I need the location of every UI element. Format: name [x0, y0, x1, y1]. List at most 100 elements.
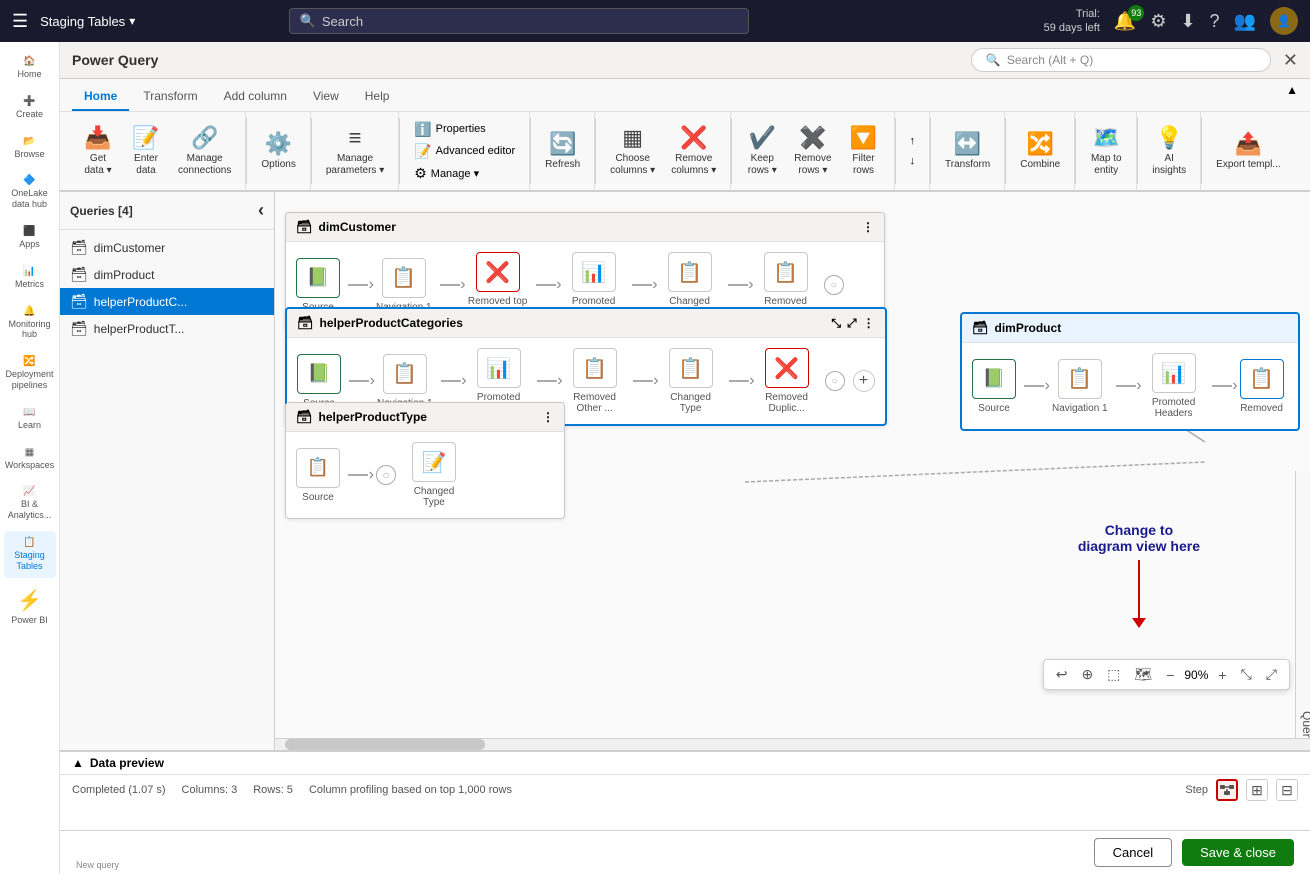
ribbon-btn-manage-connections[interactable]: 🔗 Manageconnections [172, 121, 237, 181]
sidebar-item-powerbi[interactable]: ⚡ Power BI [4, 582, 56, 632]
query-item-dim-product[interactable]: 🗃 dimProduct [60, 261, 274, 288]
sidebar-item-staging[interactable]: 📋 Staging Tables [4, 531, 56, 578]
h-scrollbar[interactable] [275, 738, 1310, 750]
share-people-icon[interactable]: 👥 [1234, 11, 1256, 32]
sidebar-item-onelake[interactable]: 🔷 OneLake data hub [4, 169, 56, 216]
grid-view-icon[interactable]: ⊞ [1246, 779, 1268, 801]
ribbon-btn-transform[interactable]: ↔️ Transform [939, 127, 996, 175]
zoom-undo-btn[interactable]: ↩ [1052, 664, 1072, 685]
sidebar-item-monitoring[interactable]: 🔔 Monitoring hub [4, 300, 56, 347]
zoom-frame-btn[interactable]: ⬚ [1103, 664, 1124, 685]
preview-expand-icon[interactable]: ▲ [72, 756, 84, 770]
save-close-button[interactable]: Save & close [1182, 839, 1294, 866]
app-title-area: Staging Tables ▾ [40, 14, 135, 29]
download-icon[interactable]: ⬇ [1180, 11, 1195, 32]
ribbon-btn-manage-parameters[interactable]: ≡ Manageparameters ▾ [320, 121, 390, 181]
sidebar-item-home[interactable]: 🏠 Home [4, 50, 56, 86]
sidebar-label-staging: Staging Tables [8, 550, 52, 572]
dim-product-label: dimProduct [94, 268, 155, 282]
ribbon-btn-map-entity[interactable]: 🗺️ Map toentity [1084, 121, 1128, 181]
column-view-icon[interactable]: ⊟ [1276, 779, 1298, 801]
step-changed-type3[interactable]: 📝 Changed Type [404, 442, 464, 508]
sidebar-item-metrics[interactable]: 📊 Metrics [4, 260, 56, 296]
sidebar-item-learn[interactable]: 📖 Learn [4, 401, 56, 437]
ribbon-btn-remove-columns[interactable]: ❌ Removecolumns ▾ [665, 121, 722, 181]
helper-c-label: helperProductC... [94, 295, 187, 309]
zoom-expand-btn[interactable]: ⤢ [1262, 664, 1281, 685]
zoom-collapse-btn[interactable]: ⤡ [1237, 664, 1256, 685]
step-nav1-2[interactable]: 📋 Navigation 1 [377, 354, 433, 409]
step-removed-other2[interactable]: 📋 Removed Other ... [565, 348, 625, 414]
step-source-dp[interactable]: 📗 Source [972, 359, 1016, 414]
ribbon-btn-combine[interactable]: 🔀 Combine [1014, 127, 1066, 175]
ribbon-btn-advanced-editor[interactable]: 📝 Advanced editor [408, 141, 521, 162]
tab-view[interactable]: View [301, 83, 351, 111]
get-data-label: Getdata ▾ [84, 153, 111, 177]
pq-search-bar[interactable]: 🔍 Search (Alt + Q) [971, 48, 1271, 72]
query-item-helper-product-t[interactable]: 🗃 helperProductT... [60, 315, 274, 342]
step-source-1[interactable]: 📗 Source [296, 258, 340, 313]
zoom-fit-btn[interactable]: ⊕ [1077, 664, 1097, 685]
step-removed-dp[interactable]: 📋 Removed [1240, 359, 1284, 414]
sidebar-item-apps[interactable]: ⬛ Apps [4, 220, 56, 256]
title-dropdown-icon[interactable]: ▾ [129, 14, 135, 28]
ribbon-btn-sort-desc[interactable]: ↓ [904, 153, 922, 169]
ribbon-btn-options[interactable]: ⚙️ Options [255, 127, 301, 175]
sidebar-item-workspaces[interactable]: ▦ Workspaces [4, 441, 56, 477]
help-icon[interactable]: ? [1210, 11, 1220, 32]
tab-transform[interactable]: Transform [131, 83, 209, 111]
notification-count: 93 [1128, 5, 1144, 21]
step-source-2[interactable]: 📗 Source [297, 354, 341, 409]
sidebar-item-deployment[interactable]: 🔀 Deployment pipelines [4, 350, 56, 397]
ribbon-collapse-btn[interactable]: ▲ [1286, 83, 1298, 111]
helper-cat-expand-icon[interactable]: ⤡ [831, 316, 841, 331]
ribbon-btn-sort-asc[interactable]: ↑ [904, 133, 922, 149]
ribbon-btn-refresh[interactable]: 🔄 Refresh [539, 127, 586, 175]
helper-type-more-icon[interactable]: ⋮ [542, 410, 554, 424]
query-item-dim-customer[interactable]: 🗃 dimCustomer [60, 234, 274, 261]
step-nav1-1[interactable]: 📋 Navigation 1 [376, 258, 432, 313]
ribbon-btn-get-data[interactable]: 📥 Getdata ▾ [76, 121, 120, 181]
hamburger-icon[interactable]: ☰ [12, 11, 28, 32]
queries-collapse-btn[interactable]: ‹ [258, 200, 264, 221]
ribbon-btn-choose-columns[interactable]: ▦ Choosecolumns ▾ [604, 121, 661, 181]
sidebar-item-bi-analytics[interactable]: 📈 BI & Analytics... [4, 480, 56, 527]
ribbon-btn-ai-insights[interactable]: 💡 AIinsights [1146, 121, 1192, 181]
ribbon-btn-filter-rows[interactable]: 🔽 Filterrows [842, 121, 886, 181]
sidebar-label-bi: BI & Analytics... [8, 499, 52, 521]
ribbon-btn-properties[interactable]: ℹ️ Properties [408, 119, 521, 140]
sidebar-item-browse[interactable]: 📂 Browse [4, 130, 56, 166]
query-item-helper-product-c[interactable]: 🗃 helperProductC... [60, 288, 274, 315]
h-scrollbar-thumb[interactable] [285, 739, 485, 750]
step-changed-type2[interactable]: 📋 Changed Type [661, 348, 721, 414]
pq-close-button[interactable]: ✕ [1283, 50, 1298, 71]
zoom-map-btn[interactable]: 🗺 [1130, 664, 1156, 685]
step-add-button[interactable]: + [853, 370, 875, 392]
zoom-minus-btn[interactable]: − [1162, 665, 1178, 685]
terminal-dot-3: ○ [376, 465, 396, 485]
connector-2 [440, 284, 460, 286]
tab-help[interactable]: Help [353, 83, 402, 111]
tab-home[interactable]: Home [72, 83, 129, 111]
ribbon-btn-manage[interactable]: ⚙ Manage ▾ [408, 163, 521, 184]
step-source-3[interactable]: 📋 Source [296, 448, 340, 503]
sidebar-item-create[interactable]: ➕ Create [4, 90, 56, 126]
user-avatar[interactable]: 👤 [1270, 7, 1298, 35]
ribbon-btn-export-template[interactable]: 📤 Export templ... [1210, 127, 1286, 175]
settings-icon[interactable]: ⚙ [1150, 11, 1166, 32]
dim-customer-more-icon[interactable]: ⋮ [862, 220, 874, 234]
tab-add-column[interactable]: Add column [212, 83, 299, 111]
step-removed-duplic[interactable]: ❌ Removed Duplic... [757, 348, 817, 414]
helper-cat-shrink-icon[interactable]: ⤢ [847, 316, 857, 331]
ribbon-btn-remove-rows[interactable]: ✖️ Removerows ▾ [788, 121, 837, 181]
step-nav-dp[interactable]: 📋 Navigation 1 [1052, 359, 1108, 414]
notification-bell[interactable]: 🔔 93 [1114, 11, 1136, 32]
global-search-bar[interactable]: 🔍 Search [289, 8, 749, 34]
ribbon-btn-enter-data[interactable]: 📝 Enterdata [124, 121, 168, 181]
ribbon-btn-keep-rows[interactable]: ✔️ Keeprows ▾ [740, 121, 784, 181]
helper-cat-more-icon[interactable]: ⋮ [863, 316, 875, 331]
zoom-plus-btn[interactable]: + [1214, 665, 1230, 685]
cancel-button[interactable]: Cancel [1094, 838, 1172, 867]
diagram-view-icon[interactable] [1216, 779, 1238, 801]
step-promoted-dp[interactable]: 📊 Promoted Headers [1144, 353, 1204, 419]
